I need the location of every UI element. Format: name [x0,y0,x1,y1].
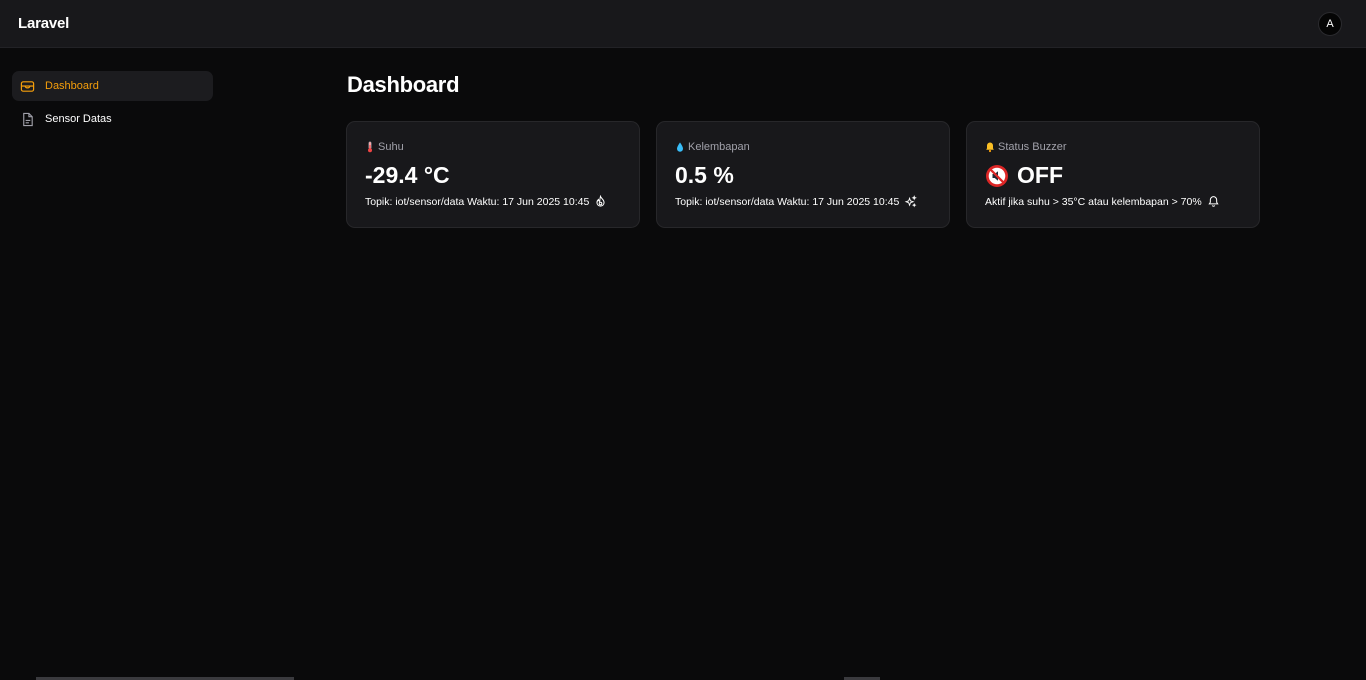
bell-outline-icon [1207,195,1220,208]
card-footer: Topik: iot/sensor/data Waktu: 17 Jun 202… [365,195,590,208]
sparkles-icon [904,195,918,208]
sidebar: Dashboard Sensor Datas [0,48,230,680]
muted-speaker-icon [985,164,1009,188]
card-footer: Aktif jika suhu > 35°C atau kelembapan >… [985,195,1202,208]
thermometer-icon [365,141,375,153]
humidity-card: Kelembapan 0.5 % Topik: iot/sensor/data … [656,121,950,228]
droplet-icon [675,141,685,153]
card-label: Kelembapan [688,141,750,153]
sidebar-item-label: Dashboard [45,80,99,92]
avatar[interactable]: A [1318,12,1342,36]
top-bar: Laravel A [0,0,1366,48]
fire-icon [594,195,607,208]
card-label: Suhu [378,141,404,153]
page-title: Dashboard [347,72,460,97]
bell-icon [985,141,995,153]
document-icon [20,112,35,127]
sidebar-item-sensor-datas[interactable]: Sensor Datas [12,104,213,134]
buzzer-status-value: OFF [1017,162,1063,188]
card-footer: Topik: iot/sensor/data Waktu: 17 Jun 202… [675,195,900,208]
brand-logo[interactable]: Laravel [18,15,69,32]
inbox-icon [20,79,35,94]
temperature-card: Suhu -29.4 °C Topik: iot/sensor/data Wak… [346,121,640,228]
buzzer-status-card: Status Buzzer OFF Aktif jika suhu > 35°C… [966,121,1260,228]
temperature-value: -29.4 °C [365,162,450,188]
humidity-value: 0.5 % [675,162,734,188]
card-label: Status Buzzer [998,141,1067,153]
sidebar-item-dashboard[interactable]: Dashboard [12,71,213,101]
sidebar-item-label: Sensor Datas [45,113,112,125]
